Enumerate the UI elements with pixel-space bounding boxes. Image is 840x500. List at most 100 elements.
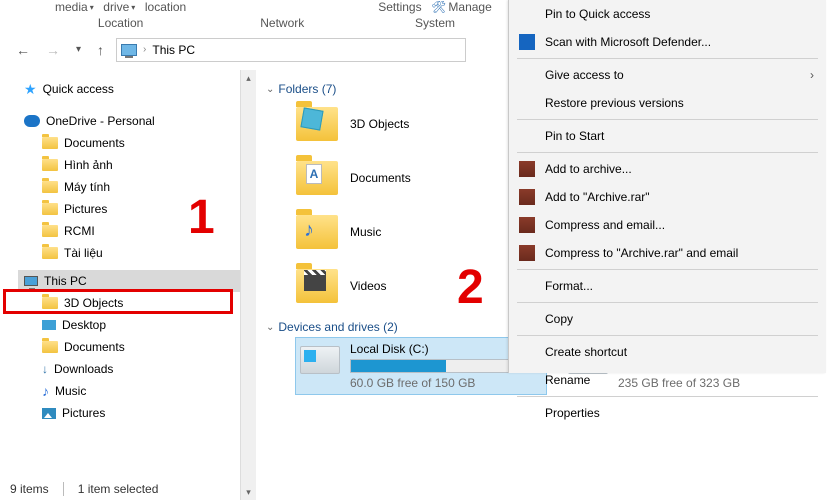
status-selected: 1 item selected <box>78 482 159 496</box>
folder-icon <box>42 225 58 237</box>
thispc-label: This PC <box>44 274 87 288</box>
tile-label: Music <box>350 225 381 239</box>
folder-icon <box>42 341 58 353</box>
ctx-label: Pin to Start <box>545 129 604 143</box>
sidebar-item-label: Pictures <box>64 202 107 216</box>
ctx-properties[interactable]: Properties <box>509 399 826 427</box>
shield-icon <box>519 34 535 50</box>
divider <box>517 269 818 270</box>
winrar-icon <box>519 245 535 261</box>
ctx-pin-start[interactable]: Pin to Start <box>509 122 826 150</box>
sidebar: ★Quick access OneDrive - Personal Docume… <box>0 70 240 500</box>
ctx-label: Compress to "Archive.rar" and email <box>545 246 738 260</box>
sidebar-item[interactable]: Tài liệu <box>18 242 240 264</box>
sidebar-item-label: Hình ảnh <box>64 158 113 172</box>
ctx-rename[interactable]: Rename <box>509 366 826 394</box>
fwd-button[interactable]: → <box>42 40 64 60</box>
manage-icon: 🛠 <box>431 0 446 14</box>
folders-header-text: Folders (7) <box>278 82 336 96</box>
ribbon-location[interactable]: location <box>145 0 186 14</box>
sidebar-item-label: Pictures <box>62 406 105 420</box>
address-bar[interactable]: › This PC <box>116 38 466 62</box>
folder-icon <box>42 203 58 215</box>
sidebar-item-label: Documents <box>64 136 125 150</box>
ctx-copy[interactable]: Copy <box>509 305 826 333</box>
annotation-2: 2 <box>457 260 484 315</box>
sidebar-item[interactable]: Documents <box>18 132 240 154</box>
ribbon-drive[interactable]: drive <box>103 0 129 14</box>
ctx-label: Properties <box>545 406 600 420</box>
ribbon-settings[interactable]: Settings <box>378 0 421 14</box>
ctx-format[interactable]: Format... <box>509 272 826 300</box>
sidebar-item-label: Downloads <box>54 362 113 376</box>
ctx-label: Scan with Microsoft Defender... <box>545 35 711 49</box>
ctx-compress-email[interactable]: Compress and email... <box>509 211 826 239</box>
sidebar-item[interactable]: Documents <box>18 336 240 358</box>
folder-icon <box>42 247 58 259</box>
context-menu: Pin to Quick access Scan with Microsoft … <box>508 0 826 373</box>
sidebar-item-label: Máy tính <box>64 180 110 194</box>
winrar-icon <box>519 189 535 205</box>
sidebar-item[interactable]: Pictures <box>18 402 240 424</box>
divider <box>517 58 818 59</box>
quick-label: Quick access <box>43 82 114 96</box>
ctx-pin-quick[interactable]: Pin to Quick access <box>509 0 826 28</box>
up-button[interactable]: ↑ <box>93 40 108 60</box>
onedrive-label: OneDrive - Personal <box>46 114 155 128</box>
ribbon-media[interactable]: media <box>55 0 88 14</box>
ctx-label: Give access to <box>545 68 624 82</box>
divider <box>517 335 818 336</box>
monitor-icon <box>24 276 38 286</box>
ribbon-manage[interactable]: Manage <box>448 0 491 14</box>
folder-icon <box>42 181 58 193</box>
sidebar-item-label: Tài liệu <box>64 246 103 260</box>
ctx-label: Create shortcut <box>545 345 627 359</box>
ribbon-group-location: media▾ drive▾ location Location <box>55 0 186 30</box>
cloud-icon <box>24 115 40 127</box>
music-icon: ♪ <box>42 383 49 399</box>
ctx-compress-rar-email[interactable]: Compress to "Archive.rar" and email <box>509 239 826 267</box>
tile-label: 3D Objects <box>350 117 409 131</box>
sidebar-item[interactable]: Hình ảnh <box>18 154 240 176</box>
ctx-add-archive[interactable]: Add to archive... <box>509 155 826 183</box>
ctx-label: Copy <box>545 312 573 326</box>
this-pc-icon <box>121 44 137 56</box>
folder-icon <box>296 269 338 303</box>
ribbon-location-label: Location <box>98 16 143 30</box>
sidebar-item[interactable]: Desktop <box>18 314 240 336</box>
drive-c-bar <box>350 359 510 373</box>
ctx-create-shortcut[interactable]: Create shortcut <box>509 338 826 366</box>
sidebar-item[interactable]: ↓Downloads <box>18 358 240 380</box>
chevron-down-icon: ⌄ <box>266 84 274 95</box>
sidebar-onedrive[interactable]: OneDrive - Personal <box>18 110 240 132</box>
annotation-1: 1 <box>188 190 215 245</box>
scroll-up-icon[interactable]: ▴ <box>241 70 256 86</box>
highlight-1 <box>3 289 233 314</box>
ctx-label: Compress and email... <box>545 218 665 232</box>
sidebar-item-label: Documents <box>64 340 125 354</box>
history-drop[interactable]: ▾ <box>72 42 85 57</box>
back-button[interactable]: ← <box>12 40 34 60</box>
ctx-label: Add to archive... <box>545 162 632 176</box>
sidebar-scrollbar[interactable]: ▴ ▾ <box>240 70 256 500</box>
ctx-add-rar[interactable]: Add to "Archive.rar" <box>509 183 826 211</box>
sidebar-quick-access[interactable]: ★Quick access <box>18 78 240 100</box>
drive-icon <box>300 346 340 374</box>
ctx-give-access[interactable]: Give access to› <box>509 61 826 89</box>
drives-header-text: Devices and drives (2) <box>278 320 397 334</box>
ctx-label: Restore previous versions <box>545 96 684 110</box>
scroll-down-icon[interactable]: ▾ <box>241 484 256 500</box>
divider <box>517 396 818 397</box>
ribbon-group-system: Settings 🛠Manage System <box>378 0 492 30</box>
ribbon-group-network: Network <box>260 1 304 30</box>
status-items: 9 items <box>10 482 49 496</box>
ctx-defender[interactable]: Scan with Microsoft Defender... <box>509 28 826 56</box>
sidebar-item[interactable]: ♪Music <box>18 380 240 402</box>
divider <box>517 119 818 120</box>
ctx-restore[interactable]: Restore previous versions <box>509 89 826 117</box>
winrar-icon <box>519 161 535 177</box>
sidebar-item-label: RCMI <box>64 224 95 238</box>
ribbon-system-label: System <box>415 16 455 30</box>
picture-icon <box>42 408 56 419</box>
ctx-label: Rename <box>545 373 590 387</box>
